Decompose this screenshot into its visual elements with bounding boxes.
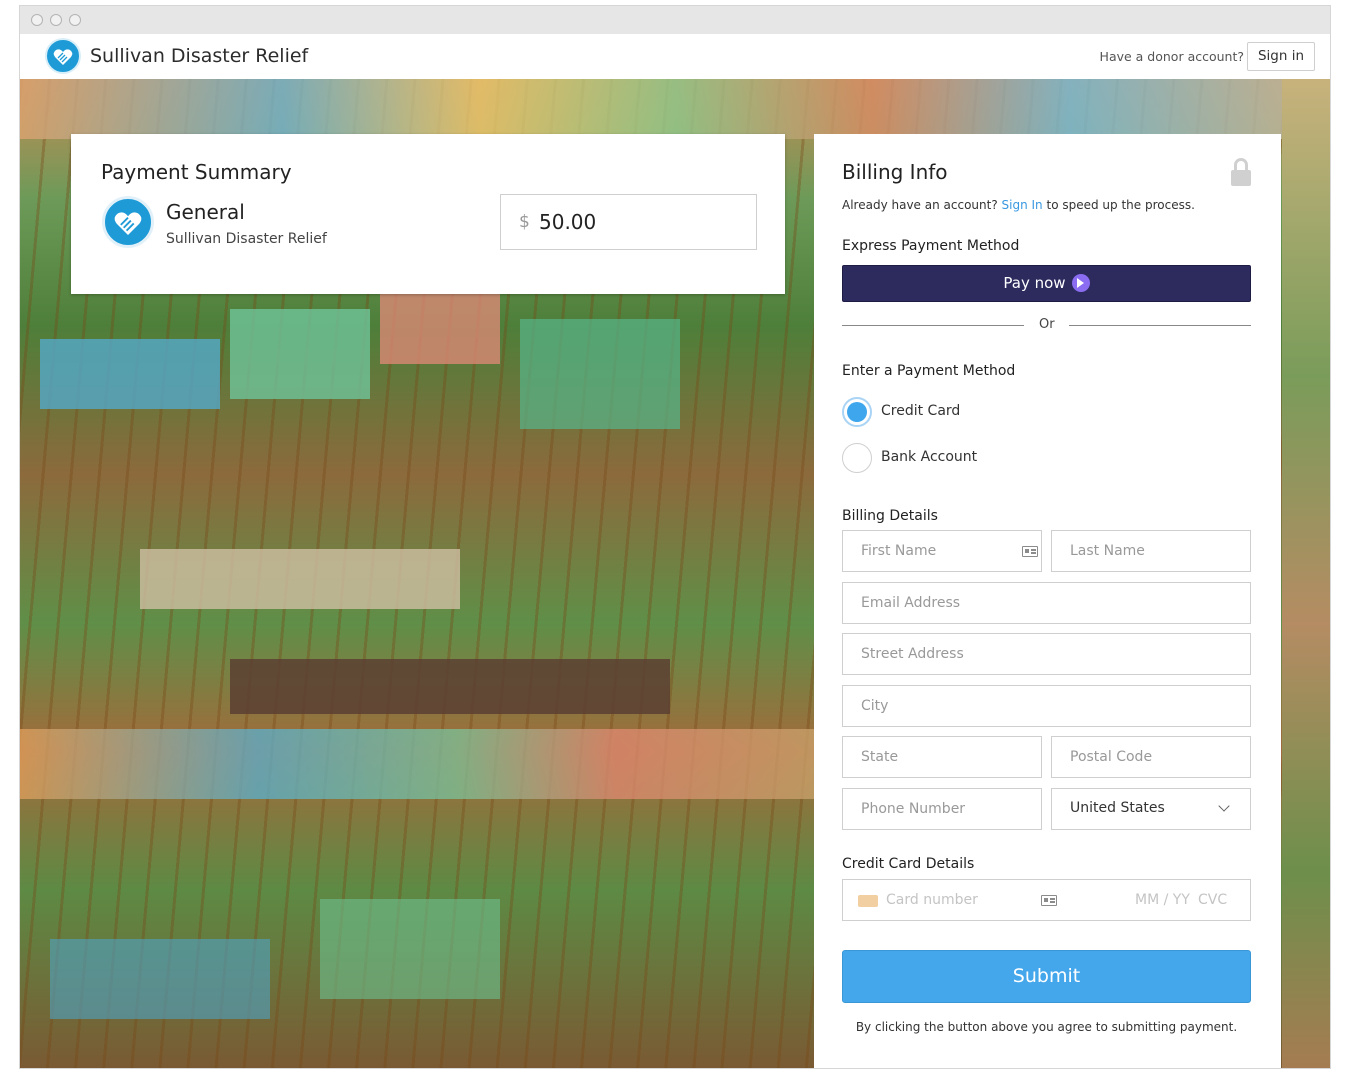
- payment-summary-title: Payment Summary: [101, 160, 292, 184]
- or-divider-left: [842, 325, 1024, 326]
- phone-number-field[interactable]: [842, 788, 1042, 830]
- card-expiry-placeholder[interactable]: MM / YY: [1135, 892, 1190, 908]
- billing-details-label: Billing Details: [842, 508, 938, 524]
- postal-code-input[interactable]: [1052, 737, 1250, 777]
- billing-sign-in-link[interactable]: Sign In: [1002, 198, 1043, 212]
- sign-in-button[interactable]: Sign in: [1246, 42, 1315, 71]
- donation-amount-value: 50.00: [539, 210, 597, 234]
- lock-icon: [1231, 158, 1251, 186]
- donor-account-prompt: Have a donor account?: [1099, 49, 1244, 64]
- chevron-down-icon: [1218, 800, 1230, 812]
- window-zoom-dot[interactable]: [69, 14, 81, 26]
- window-minimize-dot[interactable]: [50, 14, 62, 26]
- country-select[interactable]: United States: [1051, 788, 1251, 830]
- account-prompt-suffix: to speed up the process.: [1046, 198, 1195, 212]
- currency-symbol: $: [519, 212, 530, 232]
- first-name-field[interactable]: [842, 530, 1042, 572]
- org-logo-icon[interactable]: [45, 38, 81, 74]
- account-prompt: Already have an account? Sign In to spee…: [842, 198, 1195, 212]
- contact-card-icon: [1022, 546, 1038, 557]
- submit-agreement-text: By clicking the button above you agree t…: [855, 1020, 1238, 1034]
- city-field[interactable]: [842, 685, 1251, 727]
- city-input[interactable]: [843, 686, 1250, 726]
- or-divider-right: [1069, 325, 1251, 326]
- email-field[interactable]: [842, 582, 1251, 624]
- email-input[interactable]: [843, 583, 1250, 623]
- card-cvc-placeholder[interactable]: CVC: [1198, 892, 1227, 908]
- pay-now-label: Pay now: [1003, 274, 1066, 292]
- card-brand-icon: [858, 895, 878, 907]
- account-prompt-prefix: Already have an account?: [842, 198, 998, 212]
- phone-number-input[interactable]: [843, 789, 1041, 829]
- first-name-input[interactable]: [843, 531, 1041, 571]
- browser-titlebar: [20, 6, 1330, 34]
- fund-organization: Sullivan Disaster Relief: [166, 231, 327, 247]
- state-field[interactable]: [842, 736, 1042, 778]
- country-select-value: United States: [1070, 800, 1165, 816]
- payment-summary-card: Payment Summary General Sullivan Disaste…: [71, 134, 785, 294]
- street-address-field[interactable]: [842, 633, 1251, 675]
- last-name-field[interactable]: [1051, 530, 1251, 572]
- donation-amount-input[interactable]: $ 50.00: [500, 194, 757, 250]
- browser-window: Sullivan Disaster Relief Have a donor ac…: [19, 5, 1331, 1069]
- credit-card-details-label: Credit Card Details: [842, 856, 975, 872]
- postal-code-field[interactable]: [1051, 736, 1251, 778]
- bank-account-label[interactable]: Bank Account: [881, 449, 977, 465]
- autofill-card-icon: [1041, 895, 1057, 906]
- express-payment-label: Express Payment Method: [842, 238, 1020, 254]
- last-name-input[interactable]: [1052, 531, 1250, 571]
- fund-logo-icon: [102, 196, 154, 248]
- enter-payment-method-label: Enter a Payment Method: [842, 363, 1016, 379]
- app-header: Sullivan Disaster Relief Have a donor ac…: [20, 34, 1330, 79]
- credit-card-radio[interactable]: [842, 397, 872, 427]
- submit-button[interactable]: Submit: [842, 950, 1251, 1003]
- billing-info-panel: Billing Info Already have an account? Si…: [814, 134, 1281, 1068]
- pay-now-button[interactable]: Pay now: [842, 265, 1251, 302]
- window-close-dot[interactable]: [31, 14, 43, 26]
- card-number-placeholder[interactable]: Card number: [886, 892, 978, 908]
- bank-account-radio[interactable]: [842, 443, 872, 473]
- state-input[interactable]: [843, 737, 1041, 777]
- fund-name: General: [166, 200, 245, 224]
- org-name: Sullivan Disaster Relief: [90, 45, 309, 67]
- pay-now-arrow-icon: [1071, 274, 1090, 292]
- credit-card-input[interactable]: Card number MM / YY CVC: [842, 879, 1251, 921]
- billing-info-title: Billing Info: [842, 160, 948, 184]
- or-divider-label: Or: [1039, 317, 1055, 332]
- street-address-input[interactable]: [843, 634, 1250, 674]
- credit-card-label[interactable]: Credit Card: [881, 403, 960, 419]
